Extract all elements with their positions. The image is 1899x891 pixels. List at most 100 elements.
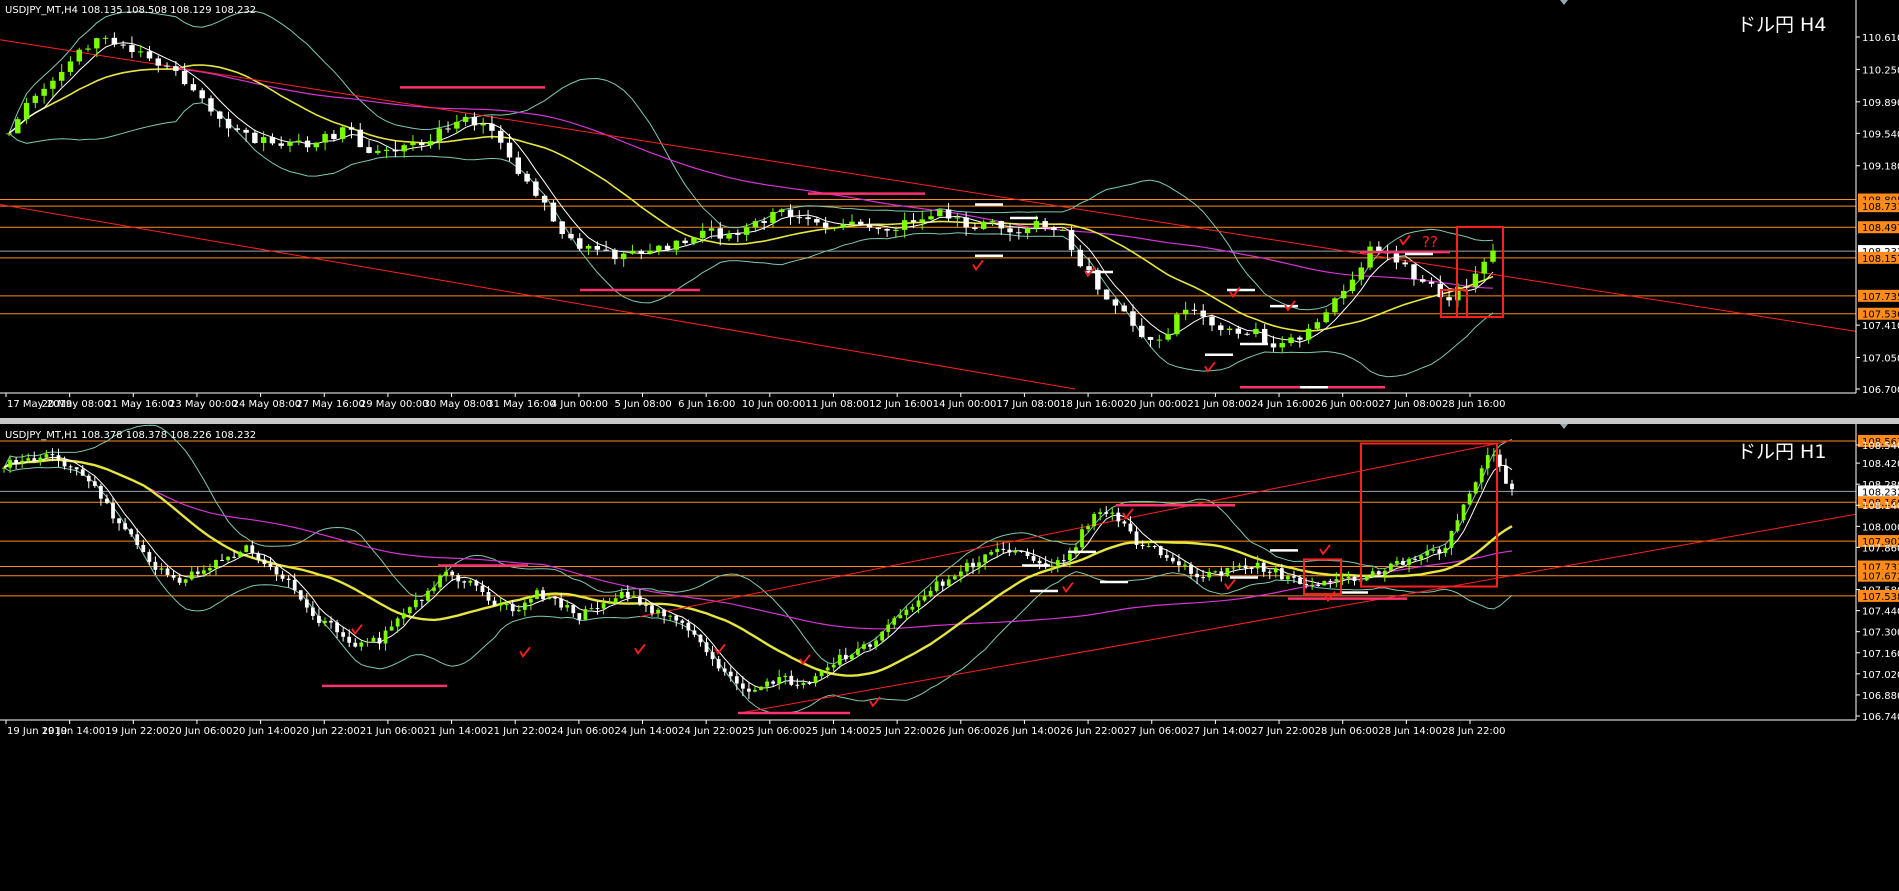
h1-candle-body <box>904 609 909 616</box>
h1-candle-body <box>589 608 594 610</box>
h4-candle-body <box>919 219 925 222</box>
h1-candle-body <box>1195 573 1199 578</box>
h1-candle-body <box>1455 520 1460 531</box>
h1-x-tick-label-15: 26 Jun 06:00 <box>933 726 997 737</box>
h4-candle-body <box>779 209 785 212</box>
h4-candle-body <box>1226 328 1233 331</box>
h4-candle-body <box>1016 232 1022 234</box>
h4-candle-body <box>445 128 451 130</box>
h4-candle-body <box>1411 264 1417 280</box>
h4-candle-body <box>331 133 337 139</box>
h1-x-tick-label-12: 25 Jun 06:00 <box>742 726 806 737</box>
h1-candle-body <box>105 498 109 504</box>
h4-candle-body <box>963 217 969 228</box>
h1-candle-body <box>1146 545 1151 547</box>
h4-candle-body <box>392 149 399 152</box>
h4-ma-slow <box>8 68 1494 289</box>
h1-candle-body <box>868 644 872 647</box>
h1-candle-body <box>26 458 31 461</box>
h1-candle-body <box>1201 577 1206 579</box>
h1-candle-body <box>674 615 679 621</box>
h1-candle-body <box>541 590 545 600</box>
h4-shift-marker <box>1560 0 1568 5</box>
h1-candle-body <box>117 518 121 524</box>
h4-check-mark-2 <box>1204 361 1216 373</box>
chart-h4-svg[interactable]: 110.610110.250109.890109.540109.180108.8… <box>0 0 1899 418</box>
h1-symbol-header: USDJPY_MT,H1 108.378 108.378 108.226 108… <box>5 430 256 441</box>
h4-candle-body <box>94 38 100 49</box>
h1-candle-body <box>565 604 570 608</box>
h1-candle-body <box>898 615 903 619</box>
h1-x-tick-label-22: 28 Jun 14:00 <box>1378 726 1442 737</box>
h4-candle-body <box>945 209 952 219</box>
h1-candle-body <box>765 681 769 687</box>
h1-candle-body <box>1504 465 1508 484</box>
h1-candle-body <box>1098 512 1103 514</box>
h4-x-tick-label-6: 29 May 00:00 <box>360 399 429 410</box>
h4-candle-body <box>208 98 214 112</box>
h4-candle-body <box>1033 221 1040 228</box>
h4-candle-body <box>568 234 574 239</box>
h1-candle-body <box>874 640 878 647</box>
h1-candle-body <box>1092 513 1096 527</box>
h1-candle-body <box>232 556 237 558</box>
h4-candle-body <box>980 221 987 229</box>
h1-candle-body <box>44 454 49 458</box>
chart-pane-h4[interactable]: 110.610110.250109.890109.540109.180108.8… <box>0 0 1899 418</box>
h4-candle-body <box>1323 312 1329 323</box>
h4-candle-body <box>217 111 223 119</box>
h1-candle-body <box>613 598 618 603</box>
h1-candle-body <box>292 579 297 591</box>
h4-candle-body <box>594 245 601 250</box>
h4-candle-body <box>884 228 890 231</box>
h1-x-tick-label-4: 20 Jun 14:00 <box>233 726 297 737</box>
h1-candle-body <box>686 622 691 631</box>
h1-overlays <box>3 424 1857 715</box>
h1-candle-body <box>1013 550 1018 553</box>
h1-candle-body <box>220 560 224 562</box>
h4-x-tick-label-11: 6 Jun 16:00 <box>678 399 735 410</box>
h1-check-mark-0 <box>351 624 363 636</box>
h4-candle-body <box>1367 246 1373 268</box>
h1-candle-body <box>722 668 727 672</box>
h4-candle-body <box>1139 325 1145 338</box>
h4-x-tick-label-16: 17 Jun 08:00 <box>996 399 1060 410</box>
h1-candle-body <box>238 552 243 557</box>
h4-bollinger-upper <box>8 10 1494 311</box>
h4-candle-body <box>1060 229 1066 231</box>
h1-candle-body <box>1382 570 1387 575</box>
h1-candle-body <box>965 562 969 572</box>
h4-y-tick-label-1: 110.250 <box>1862 65 1899 76</box>
h4-candle-body <box>418 142 425 146</box>
h1-check-mark-6 <box>1122 508 1134 520</box>
h1-x-tick-label-3: 20 Jun 06:00 <box>169 726 233 737</box>
h4-candle-body <box>893 229 899 231</box>
h4-y-tick-label-6: 108.731 <box>1862 202 1899 213</box>
h1-candle-body <box>8 459 12 468</box>
h4-x-tick-label-5: 27 May 16:00 <box>296 399 365 410</box>
h1-candle-body <box>946 579 951 586</box>
h1-candle-body <box>177 577 182 583</box>
h1-candle-body <box>1298 577 1302 584</box>
chart-pane-h1[interactable]: 108.567108.540108.420108.280108.232108.1… <box>0 424 1899 891</box>
h4-candle-body <box>357 129 363 148</box>
h1-candle-body <box>849 654 854 660</box>
h1-candle-body <box>1419 555 1424 560</box>
h1-check-mark-5 <box>869 696 881 708</box>
chart-h1-svg[interactable]: 108.567108.540108.420108.280108.232108.1… <box>0 424 1899 891</box>
h1-candle-body <box>1225 567 1230 576</box>
h4-candle-body <box>805 217 811 220</box>
h1-candle-body <box>1152 545 1157 547</box>
h1-candle-body <box>995 548 1000 553</box>
h1-bollinger-upper <box>3 424 1513 665</box>
h1-candle-body <box>668 615 673 617</box>
h4-candle-body <box>1463 286 1470 288</box>
h1-candle-body <box>1401 560 1405 565</box>
h1-candle-body <box>377 637 382 644</box>
h1-candle-body <box>1346 576 1351 579</box>
h1-candle-body <box>1467 493 1472 505</box>
h1-candle-body <box>1449 530 1454 548</box>
h4-candle-body <box>717 228 723 239</box>
h4-axes: 110.610110.250109.890109.540109.180108.8… <box>0 0 1899 410</box>
h1-candle-body <box>644 604 648 606</box>
